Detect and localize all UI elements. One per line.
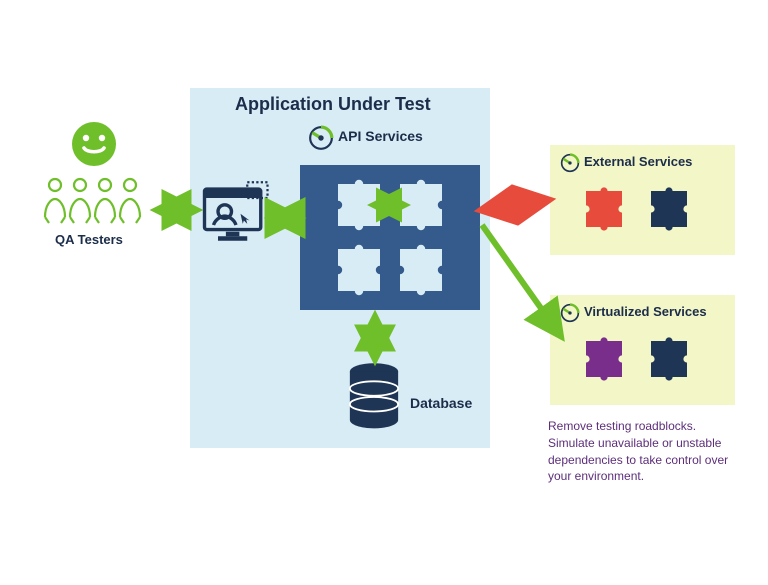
connectors-layer — [0, 0, 768, 585]
arrow-api-external — [482, 200, 548, 210]
arrow-api-virtualized — [482, 225, 560, 335]
caption-text: Remove testing roadblocks. Simulate unav… — [548, 418, 743, 485]
